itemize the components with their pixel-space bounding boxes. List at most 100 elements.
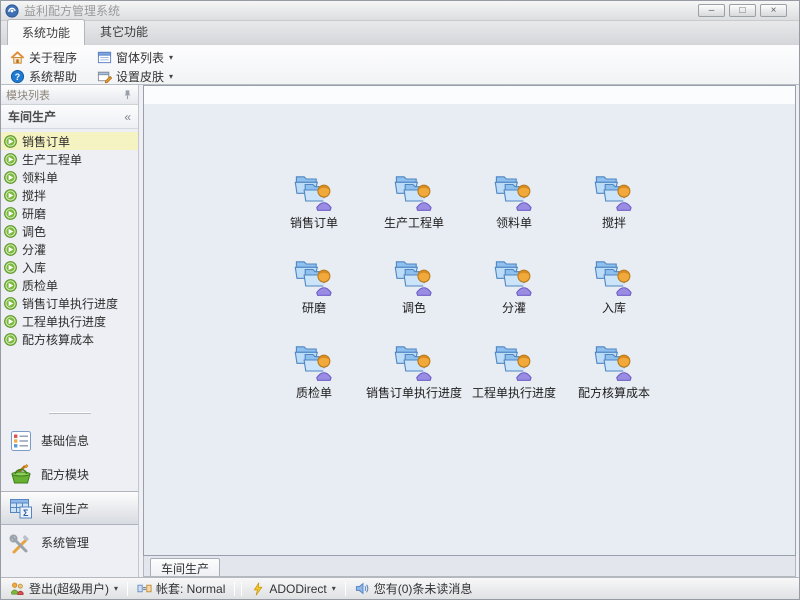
sidebar-item-quality-inspection[interactable]: 质检单 bbox=[1, 276, 138, 294]
green-arrow-icon bbox=[4, 261, 17, 274]
folder-user-icon bbox=[292, 168, 336, 212]
green-arrow-icon bbox=[4, 243, 17, 256]
shortcut-label: 生产工程单 bbox=[384, 214, 444, 231]
shortcut-tinting[interactable]: 调色 bbox=[364, 253, 464, 317]
sidebar-item-label: 销售订单执行进度 bbox=[22, 295, 118, 312]
system-help-button[interactable]: 系统帮助 bbox=[7, 67, 80, 86]
unread-messages-indicator[interactable]: 您有(0)条未读消息 bbox=[352, 579, 476, 598]
shortcut-material-requisition[interactable]: 领料单 bbox=[464, 168, 564, 232]
tab-other-functions[interactable]: 其它功能 bbox=[85, 18, 163, 45]
sidebar-item-mixing[interactable]: 搅拌 bbox=[1, 186, 138, 204]
window-title: 益利配方管理系统 bbox=[24, 2, 698, 19]
collapse-icon[interactable]: « bbox=[124, 110, 131, 124]
module-label: 车间生产 bbox=[41, 500, 89, 517]
set-skin-button[interactable]: 设置皮肤 ▾ bbox=[94, 67, 176, 86]
shortcut-sales-order[interactable]: 销售订单 bbox=[264, 168, 364, 232]
shortcut-label: 搅拌 bbox=[602, 214, 626, 231]
workspace-panel: 销售订单 生产工程单 领料单 搅拌 研磨 调色 bbox=[143, 85, 796, 556]
folder-user-icon bbox=[392, 338, 436, 382]
sidebar-group-header: 车间生产 « bbox=[1, 105, 138, 129]
maximize-button[interactable]: □ bbox=[729, 4, 756, 17]
module-formula[interactable]: 配方模块 bbox=[1, 457, 138, 491]
shortcut-label: 领料单 bbox=[496, 214, 532, 231]
shortcut-filling[interactable]: 分灌 bbox=[464, 253, 564, 317]
account-set-indicator: 帐套: Normal bbox=[134, 579, 228, 598]
green-arrow-icon bbox=[4, 189, 17, 202]
table-sigma-icon bbox=[9, 496, 33, 520]
green-arrow-icon bbox=[4, 225, 17, 238]
module-workshop-production[interactable]: 车间生产 bbox=[1, 491, 138, 525]
window-list-button[interactable]: 窗体列表 ▾ bbox=[94, 48, 176, 67]
logout-label: 登出(超级用户) bbox=[29, 580, 109, 597]
sidebar-group-title: 车间生产 bbox=[8, 108, 124, 125]
folder-user-icon bbox=[592, 168, 636, 212]
dropdown-arrow-icon: ▾ bbox=[114, 584, 118, 593]
tab-workshop-production[interactable]: 车间生产 bbox=[150, 558, 220, 576]
sidebar-item-sales-order-progress[interactable]: 销售订单执行进度 bbox=[1, 294, 138, 312]
status-bar: 登出(超级用户) ▾ 帐套: Normal ADODirect ▾ 您有(0)条… bbox=[1, 577, 799, 599]
module-basic-info[interactable]: 基础信息 bbox=[1, 423, 138, 457]
shortcut-label: 质检单 bbox=[296, 384, 332, 401]
shortcut-mixing[interactable]: 搅拌 bbox=[564, 168, 664, 232]
account-link-icon bbox=[137, 581, 152, 596]
about-program-button[interactable]: 关于程序 bbox=[7, 48, 80, 67]
sidebar-item-filling[interactable]: 分灌 bbox=[1, 240, 138, 258]
home-icon bbox=[10, 50, 25, 65]
dropdown-arrow-icon: ▾ bbox=[169, 53, 173, 62]
account-set-label: 帐套: Normal bbox=[156, 580, 225, 597]
folder-user-icon bbox=[492, 168, 536, 212]
sidebar-item-label: 调色 bbox=[22, 223, 46, 240]
green-arrow-icon bbox=[4, 207, 17, 220]
sidebar-item-label: 研磨 bbox=[22, 205, 46, 222]
logout-button[interactable]: 登出(超级用户) ▾ bbox=[7, 579, 121, 598]
sidebar-item-label: 工程单执行进度 bbox=[22, 313, 106, 330]
module-system-management[interactable]: 系统管理 bbox=[1, 525, 138, 559]
folder-user-icon bbox=[492, 338, 536, 382]
system-help-label: 系统帮助 bbox=[29, 68, 77, 85]
green-arrow-icon bbox=[4, 279, 17, 292]
data-provider-button[interactable]: ADODirect ▾ bbox=[248, 581, 338, 597]
folder-user-icon bbox=[292, 338, 336, 382]
status-separator bbox=[345, 582, 346, 596]
sidebar-splitter[interactable] bbox=[1, 409, 138, 417]
shortcut-work-order-progress[interactable]: 工程单执行进度 bbox=[464, 338, 564, 402]
shortcut-sales-order-progress[interactable]: 销售订单执行进度 bbox=[364, 338, 464, 402]
minimize-button[interactable]: – bbox=[698, 4, 725, 17]
sidebar-item-material-requisition[interactable]: 领料单 bbox=[1, 168, 138, 186]
document-tab-strip: 车间生产 bbox=[143, 556, 796, 577]
folder-user-icon bbox=[392, 168, 436, 212]
folder-user-icon bbox=[392, 253, 436, 297]
sidebar-item-warehousing[interactable]: 入库 bbox=[1, 258, 138, 276]
app-logo-icon bbox=[5, 4, 19, 18]
unread-messages-label: 您有(0)条未读消息 bbox=[374, 580, 473, 597]
module-sidebar: 模块列表 车间生产 « 销售订单 生产工程单 领料单 搅拌 bbox=[1, 85, 139, 577]
shortcut-label: 销售订单执行进度 bbox=[366, 384, 462, 401]
sidebar-item-label: 分灌 bbox=[22, 241, 46, 258]
shortcut-warehousing[interactable]: 入库 bbox=[564, 253, 664, 317]
green-arrow-icon bbox=[4, 135, 17, 148]
shortcut-quality-inspection[interactable]: 质检单 bbox=[264, 338, 364, 402]
sidebar-item-sales-order[interactable]: 销售订单 bbox=[1, 132, 138, 150]
pin-icon[interactable] bbox=[122, 89, 133, 100]
lightning-icon bbox=[251, 582, 265, 596]
ribbon-toolbar: 关于程序 窗体列表 ▾ 系统帮助 设置皮肤 ▾ bbox=[1, 45, 799, 85]
tools-icon bbox=[9, 531, 33, 555]
shortcut-production-order[interactable]: 生产工程单 bbox=[364, 168, 464, 232]
sidebar-item-formula-costing[interactable]: 配方核算成本 bbox=[1, 330, 138, 348]
sidebar-item-label: 配方核算成本 bbox=[22, 331, 94, 348]
about-program-label: 关于程序 bbox=[29, 49, 77, 66]
status-separator bbox=[234, 582, 235, 596]
sidebar-item-work-order-progress[interactable]: 工程单执行进度 bbox=[1, 312, 138, 330]
tab-system-functions[interactable]: 系统功能 bbox=[7, 19, 85, 45]
shortcut-grinding[interactable]: 研磨 bbox=[264, 253, 364, 317]
sidebar-item-production-order[interactable]: 生产工程单 bbox=[1, 150, 138, 168]
green-arrow-icon bbox=[4, 333, 17, 346]
close-button[interactable]: × bbox=[760, 4, 787, 17]
folder-user-icon bbox=[492, 253, 536, 297]
sidebar-item-tinting[interactable]: 调色 bbox=[1, 222, 138, 240]
shortcut-formula-costing[interactable]: 配方核算成本 bbox=[564, 338, 664, 402]
sidebar-header-label: 模块列表 bbox=[6, 87, 122, 103]
module-label: 系统管理 bbox=[41, 534, 89, 551]
sidebar-item-list: 销售订单 生产工程单 领料单 搅拌 研磨 调色 bbox=[1, 129, 138, 348]
sidebar-item-grinding[interactable]: 研磨 bbox=[1, 204, 138, 222]
